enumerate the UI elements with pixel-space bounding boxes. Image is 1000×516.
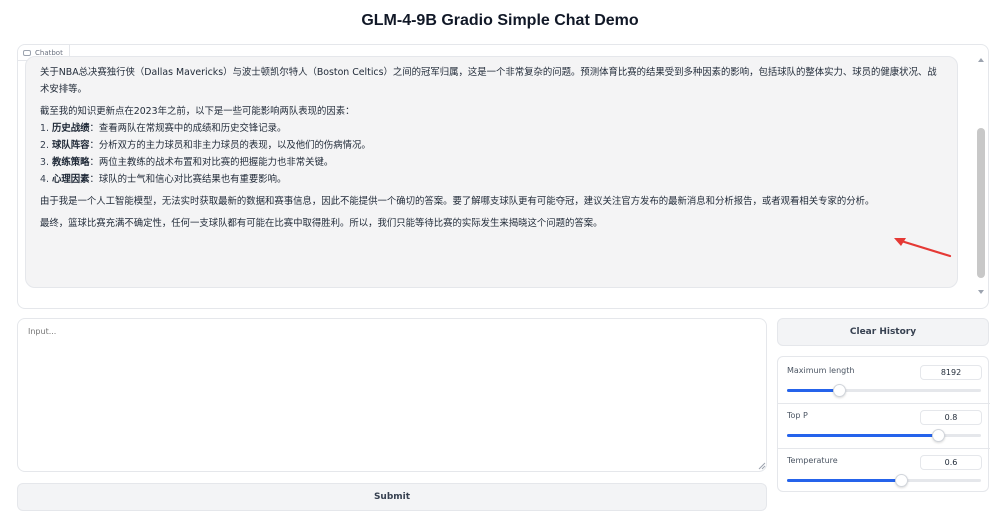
temperature-slider-track[interactable] [787, 474, 981, 487]
max-length-setting: Maximum length 8192 [786, 361, 982, 401]
top-p-input[interactable]: 0.8 [920, 410, 982, 425]
temperature-input[interactable]: 0.6 [920, 455, 982, 470]
top-p-setting: Top P 0.8 [786, 406, 982, 446]
chat-input[interactable] [17, 318, 767, 472]
list-item: 2. 球队阵容：分析双方的主力球员和非主力球员的表现，以及他们的伤病情况。 [40, 140, 371, 151]
message-intro: 关于NBA总决赛独行侠（Dallas Mavericks）与波士顿凯尔特人（Bo… [40, 67, 937, 95]
scroll-down-arrow-icon[interactable] [978, 290, 984, 294]
temperature-slider-thumb[interactable] [895, 474, 909, 487]
resize-grip-icon[interactable] [758, 462, 766, 470]
assistant-message: 关于NBA总决赛独行侠（Dallas Mavericks）与波士顿凯尔特人（Bo… [25, 56, 958, 288]
divider [778, 403, 990, 404]
list-item: 3. 教练策略：两位主教练的战术布置和对比赛的把握能力也非常关键。 [40, 157, 334, 168]
scrollbar-thumb[interactable] [977, 128, 985, 278]
top-p-slider-thumb[interactable] [932, 429, 946, 442]
submit-button[interactable]: Submit [17, 483, 767, 511]
list-item: 4. 心理因素：球队的士气和信心对比赛结果也有重要影响。 [40, 174, 287, 185]
generation-settings-panel: Maximum length 8192 Top P 0.8 Temperatur… [777, 356, 990, 492]
temperature-label: Temperature [787, 456, 838, 465]
message-conclusion: 最终，篮球比赛充满不确定性，任何一支球队都有可能在比赛中取得胜利。所以，我们只能… [40, 218, 603, 229]
max-length-input[interactable]: 8192 [920, 365, 982, 380]
top-p-label: Top P [787, 411, 808, 420]
divider [778, 448, 990, 449]
max-length-slider-track[interactable] [787, 384, 981, 397]
annotation-arrow-icon [894, 238, 952, 258]
chat-scrollbar[interactable] [975, 56, 987, 296]
clear-history-button[interactable]: Clear History [777, 318, 989, 346]
chat-bubble-icon [23, 49, 31, 56]
max-length-label: Maximum length [787, 366, 855, 375]
message-factors-intro: 截至我的知识更新点在2023年之前，以下是一些可能影响两队表现的因素： [40, 106, 355, 117]
max-length-slider-thumb[interactable] [833, 384, 847, 397]
temperature-setting: Temperature 0.6 [786, 451, 982, 491]
page-title: GLM-4-9B Gradio Simple Chat Demo [361, 12, 639, 29]
factors-list: 1. 历史战绩：查看两队在常规赛中的成绩和历史交锋记录。 2. 球队阵容：分析双… [40, 120, 943, 188]
top-p-slider-track[interactable] [787, 429, 981, 442]
message-disclaimer: 由于我是一个人工智能模型，无法实时获取最新的数据和赛事信息，因此不能提供一个确切… [40, 196, 875, 207]
scroll-up-arrow-icon[interactable] [978, 58, 984, 62]
list-item: 1. 历史战绩：查看两队在常规赛中的成绩和历史交锋记录。 [40, 123, 287, 134]
